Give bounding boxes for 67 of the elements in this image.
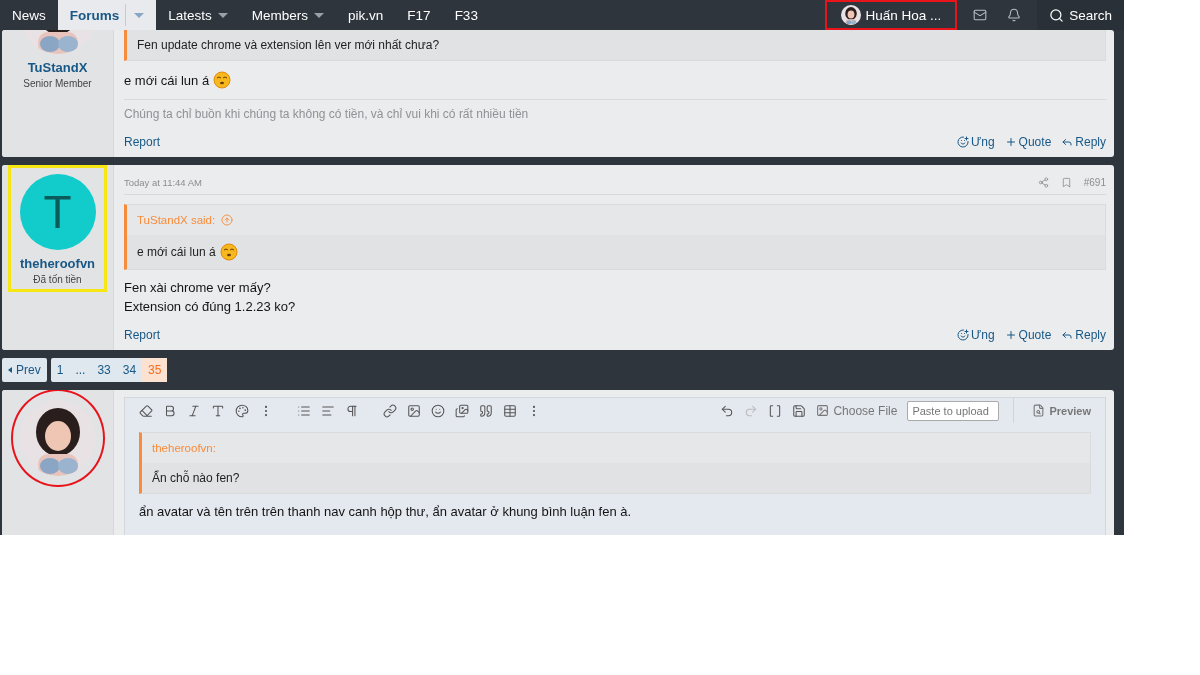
smile-icon[interactable] <box>431 403 445 418</box>
nav-tab[interactable]: pik.vn <box>336 0 396 30</box>
post-action-link[interactable]: Reply <box>1061 135 1106 149</box>
caret-icon[interactable] <box>314 12 325 18</box>
emoji-icon <box>213 71 232 89</box>
nav-tab[interactable]: Latests <box>156 0 240 30</box>
palette-icon[interactable] <box>235 403 249 418</box>
quote-icon[interactable] <box>479 403 493 418</box>
plus-icon <box>1004 329 1017 341</box>
table-icon[interactable] <box>503 403 517 418</box>
user-title: Đã tốn tiền <box>33 274 82 285</box>
report-link[interactable]: Report <box>124 328 161 342</box>
nav-tab[interactable]: F33 <box>442 0 490 30</box>
editor-text[interactable]: ẩn avatar và tên trên trên thanh nav canh hộp thư, ẩn avatar ở khung bình luận fen à. <box>139 504 1091 519</box>
nav-tab[interactable]: F17 <box>395 0 443 30</box>
post-action-link[interactable]: Quote <box>1004 135 1052 149</box>
signature: Chúng ta chỉ buồn khi chúng ta không có tiền, và chỉ vui khi có rất nhiều tiền <box>124 99 1106 121</box>
search-button[interactable]: Search <box>1037 0 1124 30</box>
user-title: Senior Member <box>23 78 92 89</box>
author-name[interactable]: theheroofvn <box>19 256 96 271</box>
reply-icon <box>1061 329 1074 341</box>
italic-icon[interactable] <box>187 403 201 418</box>
gallery-icon[interactable] <box>455 403 469 418</box>
reply-icon <box>1061 136 1074 148</box>
post-action-link[interactable]: Ưng <box>957 135 995 149</box>
mail-icon[interactable] <box>973 8 988 22</box>
nav-tab[interactable]: Members <box>239 0 337 30</box>
undo-icon[interactable] <box>720 403 735 418</box>
save-icon[interactable] <box>792 403 807 418</box>
search-icon <box>1049 7 1065 23</box>
reaction-icon <box>957 329 969 341</box>
nav-tab[interactable]: News <box>0 0 58 30</box>
post-action-link[interactable]: Ưng <box>957 328 995 342</box>
choose-file-button[interactable]: Choose File <box>816 403 898 418</box>
quote-text: e mới cái lun á <box>137 245 216 259</box>
image-icon[interactable] <box>407 403 421 418</box>
caret-icon[interactable] <box>217 12 228 18</box>
file-search-icon <box>1032 404 1046 417</box>
report-link[interactable]: Report <box>124 135 161 149</box>
post-text: e mới cái lun á <box>124 72 210 88</box>
post-text: Extension có đúng 1.2.23 ko? <box>124 299 296 314</box>
post-text: Fen xài chrome ver mấy? <box>124 280 271 295</box>
image-icon <box>816 404 830 417</box>
emoji-icon <box>219 243 238 261</box>
preview-tab[interactable]: Preview <box>1013 398 1105 423</box>
bell-icon[interactable] <box>1007 8 1022 22</box>
link-icon[interactable] <box>383 403 397 418</box>
page-link[interactable]: ... <box>69 358 92 382</box>
quote-text: Ẩn chỗ nào fen? <box>152 471 240 485</box>
reaction-icon <box>957 136 969 148</box>
page-link[interactable]: 33 <box>91 358 117 382</box>
brackets-icon[interactable] <box>768 403 783 418</box>
eraser-icon[interactable] <box>139 403 153 418</box>
avatar[interactable]: T <box>19 174 96 250</box>
post-action-link[interactable]: Reply <box>1061 328 1106 342</box>
post-action-link[interactable]: Quote <box>1004 328 1052 342</box>
prev-button[interactable]: Prev <box>2 358 47 382</box>
bold-icon[interactable] <box>163 403 177 418</box>
text-size-icon[interactable] <box>211 403 225 418</box>
quote-text: Fen update chrome và extension lên ver mới nhất chưa? <box>137 38 440 52</box>
paragraph-icon[interactable] <box>345 403 359 418</box>
page-link[interactable]: 34 <box>116 358 143 382</box>
page-link[interactable]: 1 <box>50 358 70 382</box>
nav-tab[interactable]: Forums <box>57 0 157 30</box>
paste-field[interactable]: Paste to upload <box>907 400 1000 421</box>
plus-icon <box>1004 136 1017 148</box>
author-name[interactable]: TuStandX <box>27 60 88 75</box>
